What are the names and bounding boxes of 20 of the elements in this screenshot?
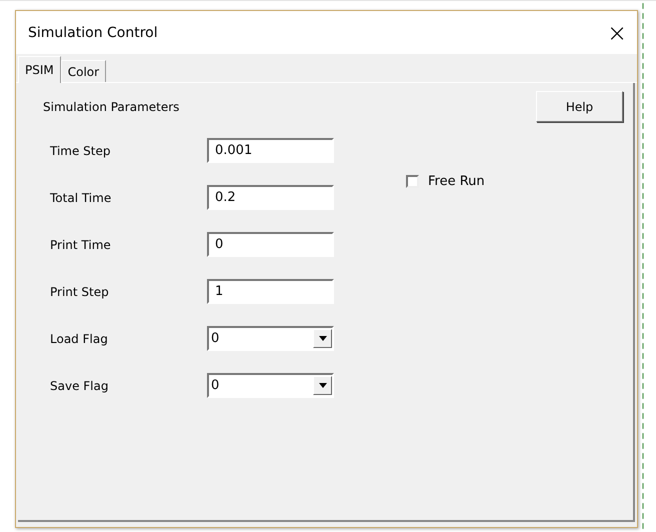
window-title: Simulation Control — [28, 24, 158, 40]
checkbox[interactable] — [406, 174, 419, 188]
field-label: Load Flag — [49, 332, 109, 346]
checkbox-label: Free Run — [428, 174, 485, 188]
close-button[interactable]: × — [597, 12, 637, 52]
dropdown[interactable]: 0 — [207, 326, 334, 351]
tab[interactable]: Color — [60, 60, 106, 82]
section-title: Simulation Parameters — [43, 100, 180, 114]
dropdown[interactable]: 0 — [207, 373, 334, 398]
field-label: Total Time — [49, 190, 112, 204]
input-field[interactable]: 1 — [207, 279, 334, 304]
field-label: Print Time — [49, 238, 112, 252]
field-label: Save Flag — [49, 378, 110, 392]
tab[interactable]: PSIM — [18, 56, 61, 83]
field-label: Time Step — [49, 144, 112, 158]
field-label: Print Step — [49, 284, 110, 298]
help-button[interactable]: Help — [536, 91, 623, 122]
input-field[interactable]: 0.2 — [207, 185, 334, 210]
input-field[interactable]: 0 — [207, 232, 334, 257]
input-field[interactable]: 0.001 — [207, 138, 334, 163]
